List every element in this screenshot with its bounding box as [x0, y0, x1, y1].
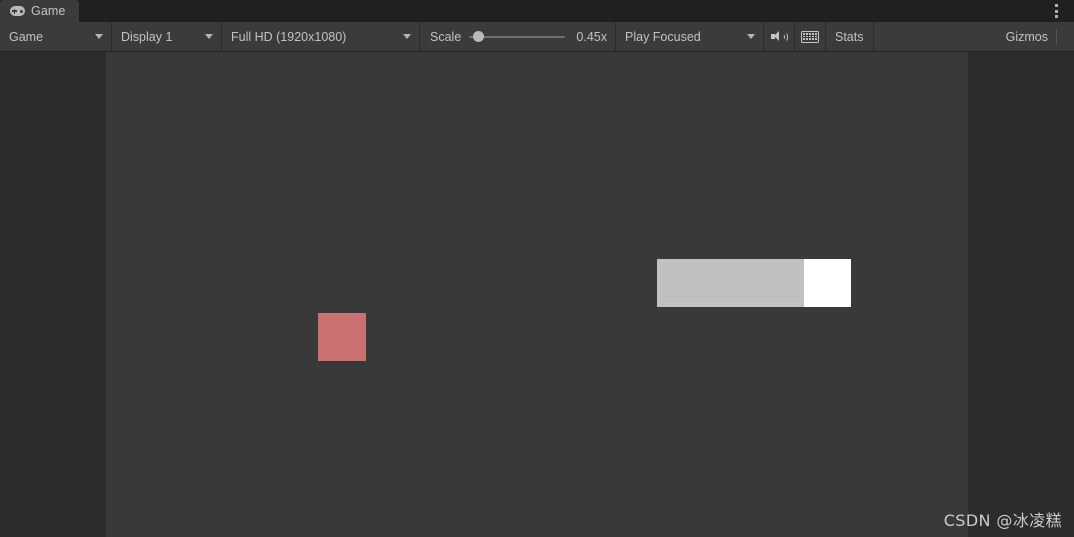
- scale-control: Scale 0.45x: [420, 22, 616, 51]
- scale-slider-thumb[interactable]: [473, 31, 485, 42]
- display-selector-dropdown[interactable]: Display 1: [112, 22, 222, 51]
- red-square-sprite: [318, 313, 366, 361]
- play-mode-selector-dropdown[interactable]: Play Focused: [616, 22, 764, 51]
- gizmos-label: Gizmos: [1005, 29, 1048, 44]
- ui-progress-bar-inner-edge: [659, 261, 803, 304]
- game-view-body: CSDN @冰凌糕: [0, 52, 1074, 537]
- chevron-down-icon: [403, 34, 411, 39]
- play-mode-label: Play Focused: [625, 29, 701, 44]
- speaker-icon: [771, 31, 788, 43]
- view-selector-label: Game: [9, 29, 44, 44]
- scale-value: 0.45x: [576, 29, 607, 44]
- view-selector-dropdown[interactable]: Game: [0, 22, 112, 51]
- resolution-selector-dropdown[interactable]: Full HD (1920x1080): [222, 22, 420, 51]
- ui-progress-bar: [657, 259, 851, 307]
- tab-game[interactable]: Game: [0, 0, 80, 22]
- game-view-window: Game Game Display 1 Full HD (1920x1080) …: [0, 0, 1074, 537]
- game-view-toolbar: Game Display 1 Full HD (1920x1080) Scale…: [0, 22, 1074, 52]
- tab-strip: Game: [0, 0, 1074, 22]
- gizmos-button[interactable]: Gizmos: [873, 22, 1074, 51]
- scale-label: Scale: [430, 29, 462, 44]
- tab-game-label: Game: [31, 3, 66, 18]
- stats-label: Stats: [835, 29, 864, 44]
- kebab-menu-icon[interactable]: [1046, 1, 1066, 21]
- scale-slider[interactable]: [469, 30, 565, 44]
- display-selector-label: Display 1: [121, 29, 173, 44]
- keyboard-grid-icon: [801, 30, 819, 43]
- mute-audio-button[interactable]: [764, 22, 795, 51]
- game-render-canvas[interactable]: [106, 52, 968, 537]
- stats-button[interactable]: Stats: [826, 22, 874, 51]
- chevron-down-icon: [205, 34, 213, 39]
- resolution-selector-label: Full HD (1920x1080): [231, 29, 347, 44]
- gamepad-icon: [10, 6, 25, 16]
- gizmos-separator: [1056, 28, 1057, 45]
- chevron-down-icon: [95, 34, 103, 39]
- aspect-grid-button[interactable]: [795, 22, 826, 51]
- chevron-down-icon: [747, 34, 755, 39]
